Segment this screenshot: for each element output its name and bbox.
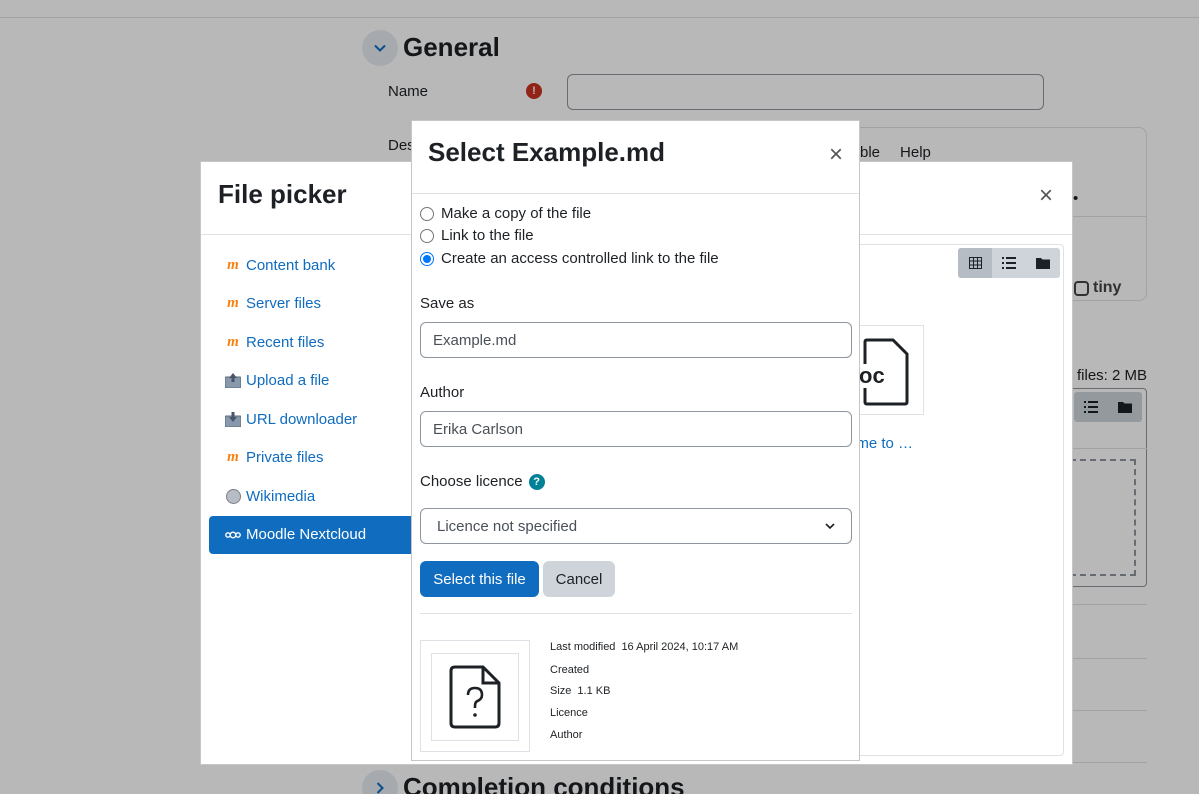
select-dialog-title: Select Example.md (428, 137, 665, 167)
repo-private-files[interactable]: m Private files (209, 439, 419, 478)
author-input[interactable]: Erika Carlson (420, 411, 852, 447)
repository-list: m Content bank m Server files m Recent f… (209, 246, 419, 554)
radio-link-file[interactable] (420, 228, 434, 243)
list-view-button[interactable] (992, 248, 1026, 278)
chevron-down-icon (825, 522, 835, 529)
option-label: Create an access controlled link to the … (441, 250, 719, 267)
repo-moodle-nextcloud[interactable]: Moodle Nextcloud (209, 515, 419, 554)
file-name-link[interactable]: ome to … (848, 435, 928, 452)
licence-select[interactable]: Licence not specified (420, 508, 852, 544)
meta-size: Size 1.1 KB (550, 685, 610, 697)
list-icon (1002, 257, 1016, 269)
select-file-dialog: Select Example.md × Make a copy of the f… (411, 120, 860, 761)
repo-label: Wikimedia (246, 487, 316, 505)
option-label: Link to the file (441, 227, 534, 244)
licence-label: Choose licence (420, 473, 523, 490)
view-mode-toolbar (958, 248, 1060, 278)
author-label: Author (420, 384, 465, 401)
dialog-header-divider (412, 193, 859, 194)
repo-recent-files[interactable]: m Recent files (209, 323, 419, 362)
option-make-copy[interactable]: Make a copy of the file (420, 205, 591, 222)
select-dialog-close-icon[interactable]: × (829, 143, 843, 167)
tree-view-button[interactable] (1026, 248, 1060, 278)
radio-access-controlled-link[interactable] (420, 251, 434, 266)
repo-content-bank[interactable]: m Content bank (209, 246, 419, 285)
option-access-controlled-link[interactable]: Create an access controlled link to the … (420, 250, 719, 267)
meta-label: Size (550, 685, 572, 697)
repo-label: URL downloader (246, 410, 358, 428)
repo-label: Recent files (246, 333, 325, 351)
file-picker-close-icon[interactable]: × (1039, 184, 1053, 208)
moodle-icon: m (227, 333, 239, 350)
repo-wikimedia[interactable]: Wikimedia (209, 477, 419, 516)
select-this-file-button[interactable]: Select this file (420, 561, 539, 597)
file-picker-title: File picker (218, 179, 347, 209)
repo-server-files[interactable]: m Server files (209, 285, 419, 324)
icon-view-button[interactable] (958, 248, 992, 278)
meta-value: 1.1 KB (577, 685, 611, 697)
cancel-button[interactable]: Cancel (543, 561, 615, 597)
grid-icon (968, 257, 982, 269)
meta-created: Created (550, 664, 589, 676)
moodle-icon: m (227, 295, 239, 312)
moodle-icon: m (227, 256, 239, 273)
meta-author: Author (550, 729, 582, 741)
url-download-icon (225, 411, 241, 427)
folder-icon (1036, 258, 1050, 269)
save-as-input[interactable]: Example.md (420, 322, 852, 358)
dialog-divider (420, 613, 852, 614)
file-preview (420, 640, 530, 752)
repo-url-downloader[interactable]: URL downloader (209, 400, 419, 439)
meta-label: Last modified (550, 641, 616, 653)
option-label: Make a copy of the file (441, 205, 592, 222)
meta-licence: Licence (550, 707, 588, 719)
unknown-file-icon (449, 665, 501, 729)
meta-value: 16 April 2024, 10:17 AM (621, 641, 739, 653)
wikimedia-icon (225, 488, 241, 504)
upload-icon (225, 373, 241, 389)
file-preview-inner (431, 653, 519, 741)
repo-label: Server files (246, 295, 322, 313)
meta-label: Licence (550, 707, 588, 719)
licence-selected-value: Licence not specified (437, 517, 578, 535)
repo-label: Private files (246, 449, 324, 467)
repo-label: Moodle Nextcloud (246, 526, 367, 544)
help-icon[interactable]: ? (528, 474, 545, 491)
radio-make-copy[interactable] (420, 206, 434, 221)
repo-upload-file[interactable]: Upload a file (209, 362, 419, 401)
meta-label: Author (550, 729, 583, 741)
nextcloud-icon (225, 527, 241, 543)
licence-label-row: Choose licence? (420, 473, 545, 491)
thumb-text: oc (859, 363, 885, 388)
option-link-file[interactable]: Link to the file (420, 227, 534, 244)
meta-last-modified: Last modified 16 April 2024, 10:17 AM (550, 641, 738, 653)
repo-label: Content bank (246, 256, 336, 274)
moodle-icon: m (227, 449, 239, 466)
save-as-label: Save as (420, 295, 475, 312)
repo-label: Upload a file (246, 372, 330, 390)
meta-label: Created (550, 664, 590, 676)
